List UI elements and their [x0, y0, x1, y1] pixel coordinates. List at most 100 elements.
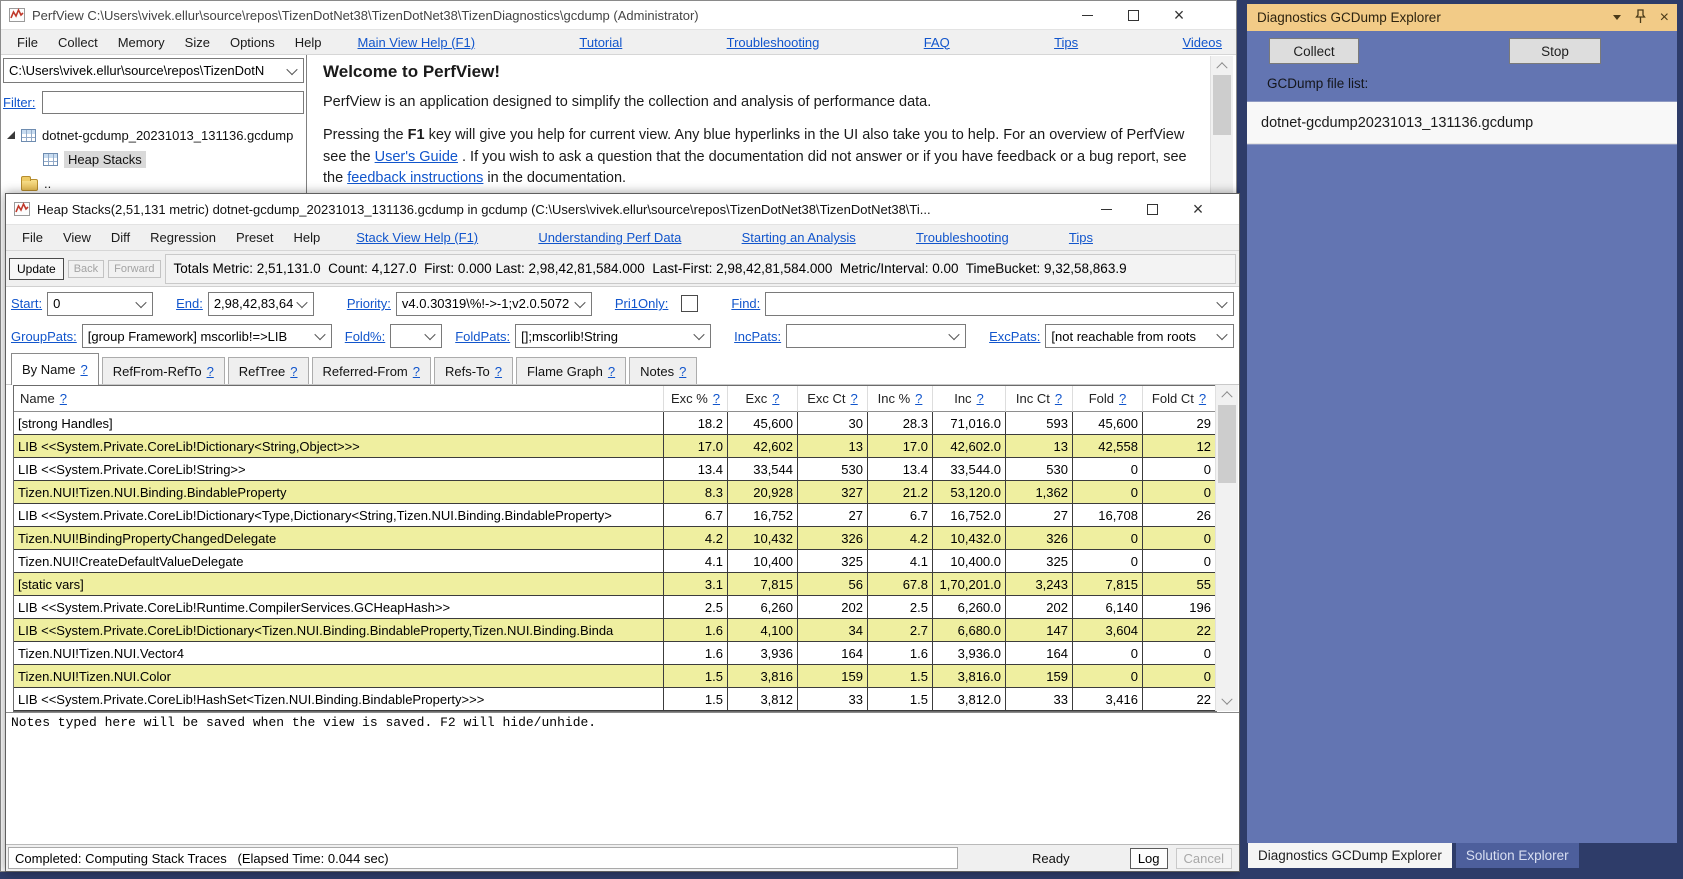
pri1only-checkbox[interactable] — [681, 295, 698, 312]
menu-link[interactable]: Stack View Help (F1) — [356, 230, 478, 245]
tool-window-header[interactable]: Diagnostics GCDump Explorer × — [1247, 4, 1677, 31]
chevron-down-icon[interactable] — [948, 329, 959, 340]
foldpct-combo[interactable] — [390, 324, 442, 348]
tab-help-link[interactable]: ? — [80, 362, 87, 377]
menu-item[interactable]: Collect — [48, 35, 108, 50]
column-help-link[interactable]: ? — [713, 391, 720, 406]
foldpct-label-link[interactable]: Fold%: — [345, 329, 385, 344]
tab-help-link[interactable]: ? — [608, 364, 615, 379]
minimize-button[interactable] — [1064, 1, 1110, 29]
table-row[interactable]: LIB <<System.Private.CoreLib!String>> 13… — [14, 458, 1216, 481]
column-header[interactable]: Exc %? — [664, 386, 728, 412]
scroll-up-icon[interactable] — [1211, 56, 1233, 74]
menu-item[interactable]: Regression — [140, 230, 226, 245]
maximize-button[interactable] — [1110, 1, 1156, 29]
menu-link[interactable]: Tips — [1054, 35, 1078, 50]
column-help-link[interactable]: ? — [60, 391, 67, 406]
tab-help-link[interactable]: ? — [413, 364, 420, 379]
column-header[interactable]: Inc %? — [868, 386, 933, 412]
column-header[interactable]: Inc Ct? — [1006, 386, 1073, 412]
table-row[interactable]: [static vars] 3.1 7,815 56 67.8 1,70,201… — [14, 573, 1216, 596]
column-help-link[interactable]: ? — [1055, 391, 1062, 406]
menu-link[interactable]: Tutorial — [579, 35, 622, 50]
grouppats-label-link[interactable]: GroupPats: — [11, 329, 77, 344]
end-label-link[interactable]: End: — [176, 296, 203, 311]
incpats-label-link[interactable]: IncPats: — [734, 329, 781, 344]
excpats-label-link[interactable]: ExcPats: — [989, 329, 1040, 344]
table-scrollbar[interactable] — [1215, 385, 1238, 711]
chevron-down-icon[interactable] — [574, 296, 585, 307]
tree-item-parent-dir[interactable]: .. — [3, 171, 304, 195]
directory-combo[interactable]: C:\Users\vivek.ellur\source\repos\TizenD… — [3, 58, 304, 83]
column-help-link[interactable]: ? — [977, 391, 984, 406]
menu-item[interactable]: Options — [220, 35, 285, 50]
cancel-button[interactable]: Cancel — [1176, 848, 1232, 869]
column-header[interactable]: Name? — [14, 386, 664, 412]
foldpats-combo[interactable]: [];mscorlib!String — [515, 324, 711, 348]
grouppats-combo[interactable]: [group Framework] mscorlib!=>LIB — [82, 324, 332, 348]
table-row[interactable]: [strong Handles] 18.2 45,600 30 28.3 71,… — [14, 412, 1216, 435]
table-row[interactable]: LIB <<System.Private.CoreLib!Dictionary<… — [14, 504, 1216, 527]
collect-button[interactable]: Collect — [1269, 38, 1359, 64]
menu-link[interactable]: Videos — [1182, 35, 1222, 50]
incpats-combo[interactable] — [786, 324, 966, 348]
close-button[interactable]: × — [1156, 1, 1202, 29]
tab-help-link[interactable]: ? — [207, 364, 214, 379]
forward-button[interactable]: Forward — [108, 260, 160, 278]
menu-link[interactable]: Troubleshooting — [727, 35, 820, 50]
stack-view-tab[interactable]: Notes? — [629, 357, 697, 384]
chevron-down-icon[interactable] — [425, 329, 436, 340]
tree-item-gcdump-file[interactable]: dotnet-gcdump_20231013_131136.gcdump — [3, 123, 304, 147]
table-row[interactable]: LIB <<System.Private.CoreLib!Dictionary<… — [14, 435, 1216, 458]
chevron-down-icon[interactable] — [314, 329, 325, 340]
table-row[interactable]: Tizen.NUI!Tizen.NUI.Binding.BindableProp… — [14, 481, 1216, 504]
column-help-link[interactable]: ? — [772, 391, 779, 406]
tree-item-heap-stacks[interactable]: Heap Stacks — [3, 147, 304, 171]
feedback-instructions-link[interactable]: feedback instructions — [347, 170, 483, 186]
start-label-link[interactable]: Start: — [11, 296, 42, 311]
menu-item[interactable]: Diff — [101, 230, 140, 245]
scroll-up-icon[interactable] — [1216, 385, 1238, 403]
column-help-link[interactable]: ? — [1199, 391, 1206, 406]
column-header[interactable]: Fold? — [1073, 386, 1143, 412]
menu-link[interactable]: Starting an Analysis — [742, 230, 856, 245]
chevron-down-icon[interactable] — [286, 63, 297, 74]
start-combo[interactable]: 0 — [47, 292, 153, 316]
title-bar[interactable]: Heap Stacks(2,51,131 metric) dotnet-gcdu… — [6, 194, 1239, 224]
table-row[interactable]: Tizen.NUI!Tizen.NUI.Color 1.5 3,816 159 … — [14, 665, 1216, 688]
panel-tab[interactable]: Diagnostics GCDump Explorer — [1248, 843, 1452, 868]
menu-item[interactable]: File — [7, 35, 48, 50]
column-header[interactable]: Fold Ct? — [1143, 386, 1216, 412]
column-header[interactable]: Inc? — [933, 386, 1006, 412]
priority-combo[interactable]: v4.0.30319\%!->-1;v2.0.5072 — [396, 292, 592, 316]
filter-label-link[interactable]: Filter: — [3, 95, 36, 110]
priority-label-link[interactable]: Priority: — [347, 296, 391, 311]
chevron-down-icon[interactable] — [693, 329, 704, 340]
window-menu-icon[interactable] — [1613, 15, 1621, 20]
stack-view-tab[interactable]: RefTree? — [228, 357, 309, 384]
menu-item[interactable]: View — [53, 230, 101, 245]
stack-view-tab[interactable]: Flame Graph? — [516, 357, 626, 384]
back-button[interactable]: Back — [68, 260, 104, 278]
table-row[interactable]: LIB <<System.Private.CoreLib!Runtime.Com… — [14, 596, 1216, 619]
end-combo[interactable]: 2,98,42,83,64 — [208, 292, 314, 316]
stop-button[interactable]: Stop — [1509, 38, 1601, 64]
title-bar[interactable]: PerfView C:\Users\vivek.ellur\source\rep… — [1, 1, 1236, 29]
close-button[interactable]: × — [1175, 194, 1221, 224]
tab-help-link[interactable]: ? — [290, 364, 297, 379]
expander-icon[interactable] — [7, 131, 15, 139]
table-row[interactable]: LIB <<System.Private.CoreLib!HashSet<Tiz… — [14, 688, 1216, 711]
scroll-thumb[interactable] — [1218, 405, 1236, 483]
tab-help-link[interactable]: ? — [679, 364, 686, 379]
foldpats-label-link[interactable]: FoldPats: — [455, 329, 510, 344]
menu-item[interactable]: Preset — [226, 230, 284, 245]
menu-item[interactable]: Help — [285, 35, 332, 50]
minimize-button[interactable] — [1083, 194, 1129, 224]
scroll-thumb[interactable] — [1213, 75, 1231, 135]
table-row[interactable]: Tizen.NUI!Tizen.NUI.Vector4 1.6 3,936 16… — [14, 642, 1216, 665]
close-icon[interactable]: × — [1660, 10, 1669, 26]
menu-item[interactable]: Help — [284, 230, 331, 245]
scroll-down-icon[interactable] — [1216, 693, 1238, 711]
stack-view-tab[interactable]: By Name? — [11, 353, 99, 385]
filter-input[interactable] — [42, 91, 305, 114]
